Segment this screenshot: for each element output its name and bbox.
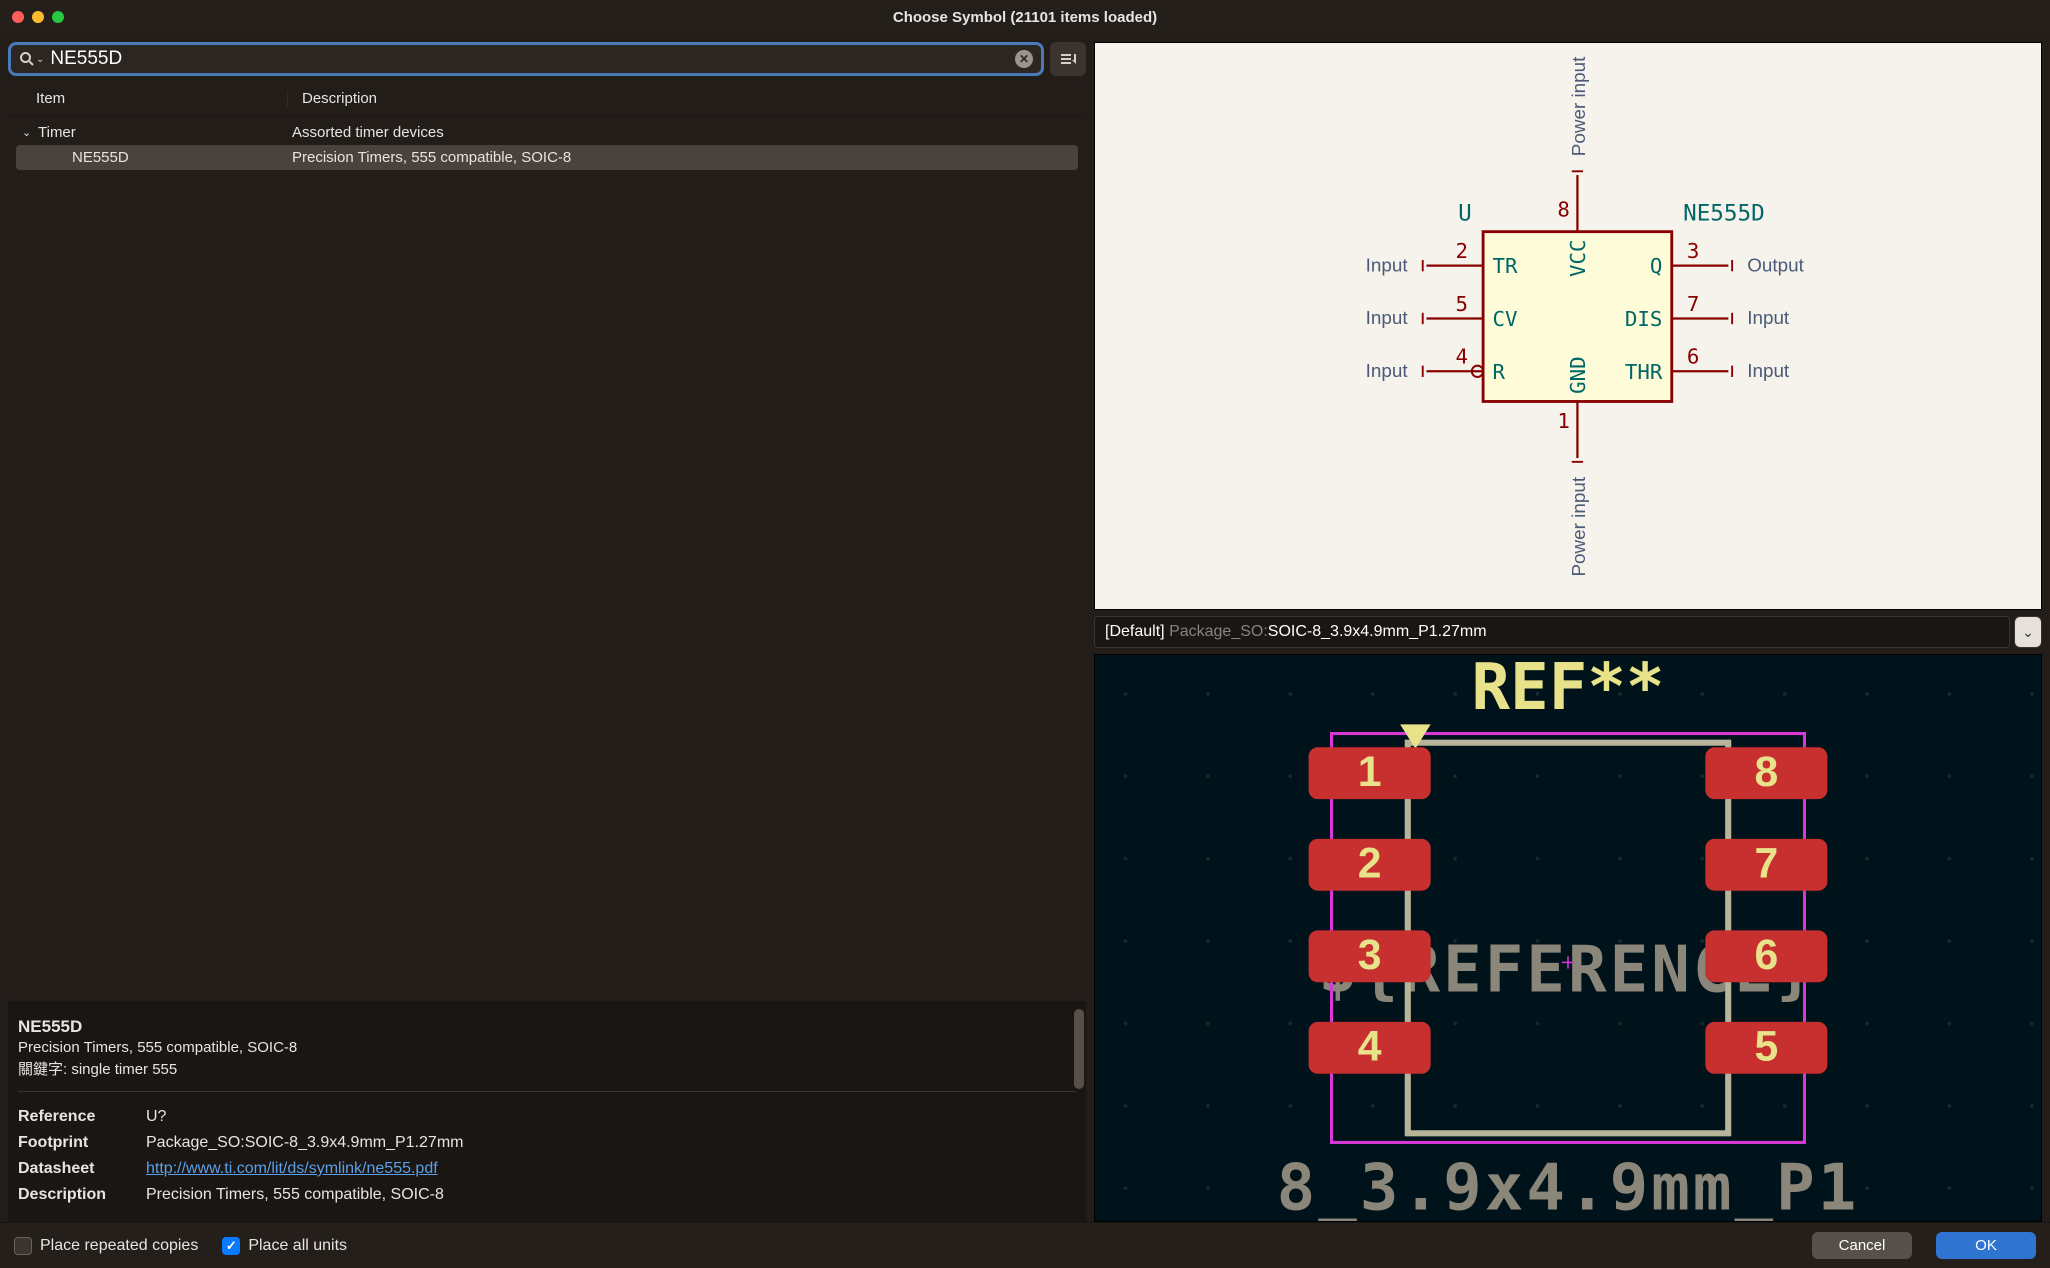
svg-text:7: 7: [1687, 292, 1700, 316]
svg-text:2: 2: [1358, 840, 1382, 888]
detail-scrollbar[interactable]: [1074, 1009, 1084, 1216]
search-input[interactable]: [50, 48, 1009, 70]
property-value: U?: [146, 1108, 166, 1126]
chevron-down-icon: ⌄: [2022, 624, 2034, 641]
svg-text:Power input: Power input: [1568, 56, 1589, 156]
property-link[interactable]: http://www.ti.com/lit/ds/symlink/ne555.p…: [146, 1160, 438, 1178]
svg-text:4: 4: [1456, 345, 1469, 369]
svg-text:8_3.9x4.9mm_P1: 8_3.9x4.9mm_P1: [1277, 1152, 1860, 1221]
place-repeated-label: Place repeated copies: [40, 1237, 198, 1255]
chevron-down-icon[interactable]: ⌄: [22, 126, 38, 139]
tree-header: Item Description: [8, 82, 1086, 116]
filter-icon: [1059, 50, 1077, 68]
svg-text:8: 8: [1557, 198, 1570, 222]
footprint-selector[interactable]: [Default] Package_SO:SOIC-8_3.9x4.9mm_P1…: [1094, 616, 2010, 648]
svg-text:4: 4: [1358, 1023, 1382, 1071]
search-field[interactable]: ⌄ ✕: [8, 42, 1044, 76]
footprint-value-label: SOIC-8_3.9x4.9mm_P1.27mm: [1268, 623, 1487, 640]
property-label: Description: [18, 1186, 128, 1204]
detail-keywords-label: 關鍵字:: [18, 1061, 67, 1078]
tree-category-row[interactable]: ⌄ Timer Assorted timer devices: [16, 120, 1078, 145]
category-desc: Assorted timer devices: [292, 124, 1072, 141]
property-label: Reference: [18, 1108, 128, 1126]
detail-subtitle: Precision Timers, 555 compatible, SOIC-8: [18, 1039, 1076, 1056]
svg-text:VCC: VCC: [1566, 239, 1590, 276]
column-description[interactable]: Description: [288, 90, 1076, 107]
window-title: Choose Symbol (21101 items loaded): [0, 9, 2050, 26]
column-item[interactable]: Item: [18, 90, 288, 107]
svg-text:5: 5: [1456, 292, 1469, 316]
tree-item-row[interactable]: NE555D Precision Timers, 555 compatible,…: [16, 145, 1078, 170]
ok-button[interactable]: OK: [1936, 1232, 2036, 1259]
svg-text:DIS: DIS: [1625, 307, 1662, 331]
titlebar: Choose Symbol (21101 items loaded): [0, 0, 2050, 34]
svg-text:U: U: [1458, 200, 1472, 226]
detail-keywords: single timer 555: [71, 1061, 177, 1078]
svg-text:1: 1: [1358, 748, 1382, 796]
property-value: Precision Timers, 555 compatible, SOIC-8: [146, 1186, 444, 1204]
property-row: Datasheet http://www.ti.com/lit/ds/symlin…: [18, 1156, 1076, 1182]
zoom-window-button[interactable]: [52, 11, 64, 23]
property-value: Package_SO:SOIC-8_3.9x4.9mm_P1.27mm: [146, 1134, 463, 1152]
footprint-dropdown-button[interactable]: ⌄: [2014, 616, 2042, 648]
place-all-units-checkbox[interactable]: Place all units: [222, 1237, 347, 1255]
search-icon: ⌄: [19, 51, 44, 67]
minimize-window-button[interactable]: [32, 11, 44, 23]
svg-text:TR: TR: [1493, 254, 1518, 278]
cancel-button[interactable]: Cancel: [1812, 1232, 1912, 1259]
svg-text:Input: Input: [1366, 254, 1409, 275]
checkbox-icon: [222, 1237, 240, 1255]
svg-text:Power input: Power input: [1568, 476, 1589, 576]
close-window-button[interactable]: [12, 11, 24, 23]
svg-text:8: 8: [1754, 748, 1778, 796]
property-label: Datasheet: [18, 1160, 128, 1178]
svg-text:Input: Input: [1366, 307, 1409, 328]
place-repeated-checkbox[interactable]: Place repeated copies: [14, 1237, 198, 1255]
svg-text:R: R: [1493, 360, 1506, 384]
svg-text:NE555D: NE555D: [1683, 200, 1765, 226]
svg-text:6: 6: [1754, 931, 1778, 979]
footprint-default-label: [Default]: [1105, 623, 1165, 640]
svg-text:2: 2: [1456, 239, 1469, 263]
svg-text:3: 3: [1687, 239, 1700, 263]
svg-text:6: 6: [1687, 345, 1700, 369]
svg-text:5: 5: [1754, 1023, 1778, 1071]
property-row: Reference U?: [18, 1104, 1076, 1130]
svg-text:CV: CV: [1493, 307, 1518, 331]
footprint-lib-label: Package_SO:: [1169, 623, 1268, 640]
svg-text:7: 7: [1754, 840, 1778, 888]
checkbox-icon: [14, 1237, 32, 1255]
footprint-preview[interactable]: REF**${REFERENCE}8_3.9x4.9mm_P118273645: [1094, 654, 2042, 1222]
property-label: Footprint: [18, 1134, 128, 1152]
svg-text:3: 3: [1358, 931, 1382, 979]
svg-text:1: 1: [1557, 409, 1570, 433]
svg-text:GND: GND: [1566, 356, 1590, 393]
detail-panel: NE555D Precision Timers, 555 compatible,…: [8, 1002, 1086, 1222]
svg-text:Input: Input: [1747, 307, 1790, 328]
detail-title: NE555D: [18, 1017, 1076, 1037]
place-all-units-label: Place all units: [248, 1237, 347, 1255]
filter-button[interactable]: [1050, 42, 1086, 76]
svg-text:Input: Input: [1747, 360, 1790, 381]
item-desc: Precision Timers, 555 compatible, SOIC-8: [292, 149, 1072, 166]
property-row: Footprint Package_SO:SOIC-8_3.9x4.9mm_P1.…: [18, 1130, 1076, 1156]
clear-search-button[interactable]: ✕: [1015, 50, 1033, 68]
tree-body[interactable]: ⌄ Timer Assorted timer devices NE555D Pr…: [8, 116, 1086, 996]
symbol-preview[interactable]: U NE555D 1 GND Power input 2 TR Input 3Q Output 4R…: [1094, 42, 2042, 610]
svg-text:Input: Input: [1366, 360, 1409, 381]
svg-text:Q: Q: [1650, 254, 1663, 278]
svg-text:THR: THR: [1625, 360, 1663, 384]
svg-text:Output: Output: [1747, 254, 1804, 275]
svg-text:REF**: REF**: [1472, 655, 1665, 725]
item-name: NE555D: [38, 149, 292, 166]
category-name: Timer: [38, 124, 292, 141]
property-row: Description Precision Timers, 555 compati…: [18, 1182, 1076, 1208]
